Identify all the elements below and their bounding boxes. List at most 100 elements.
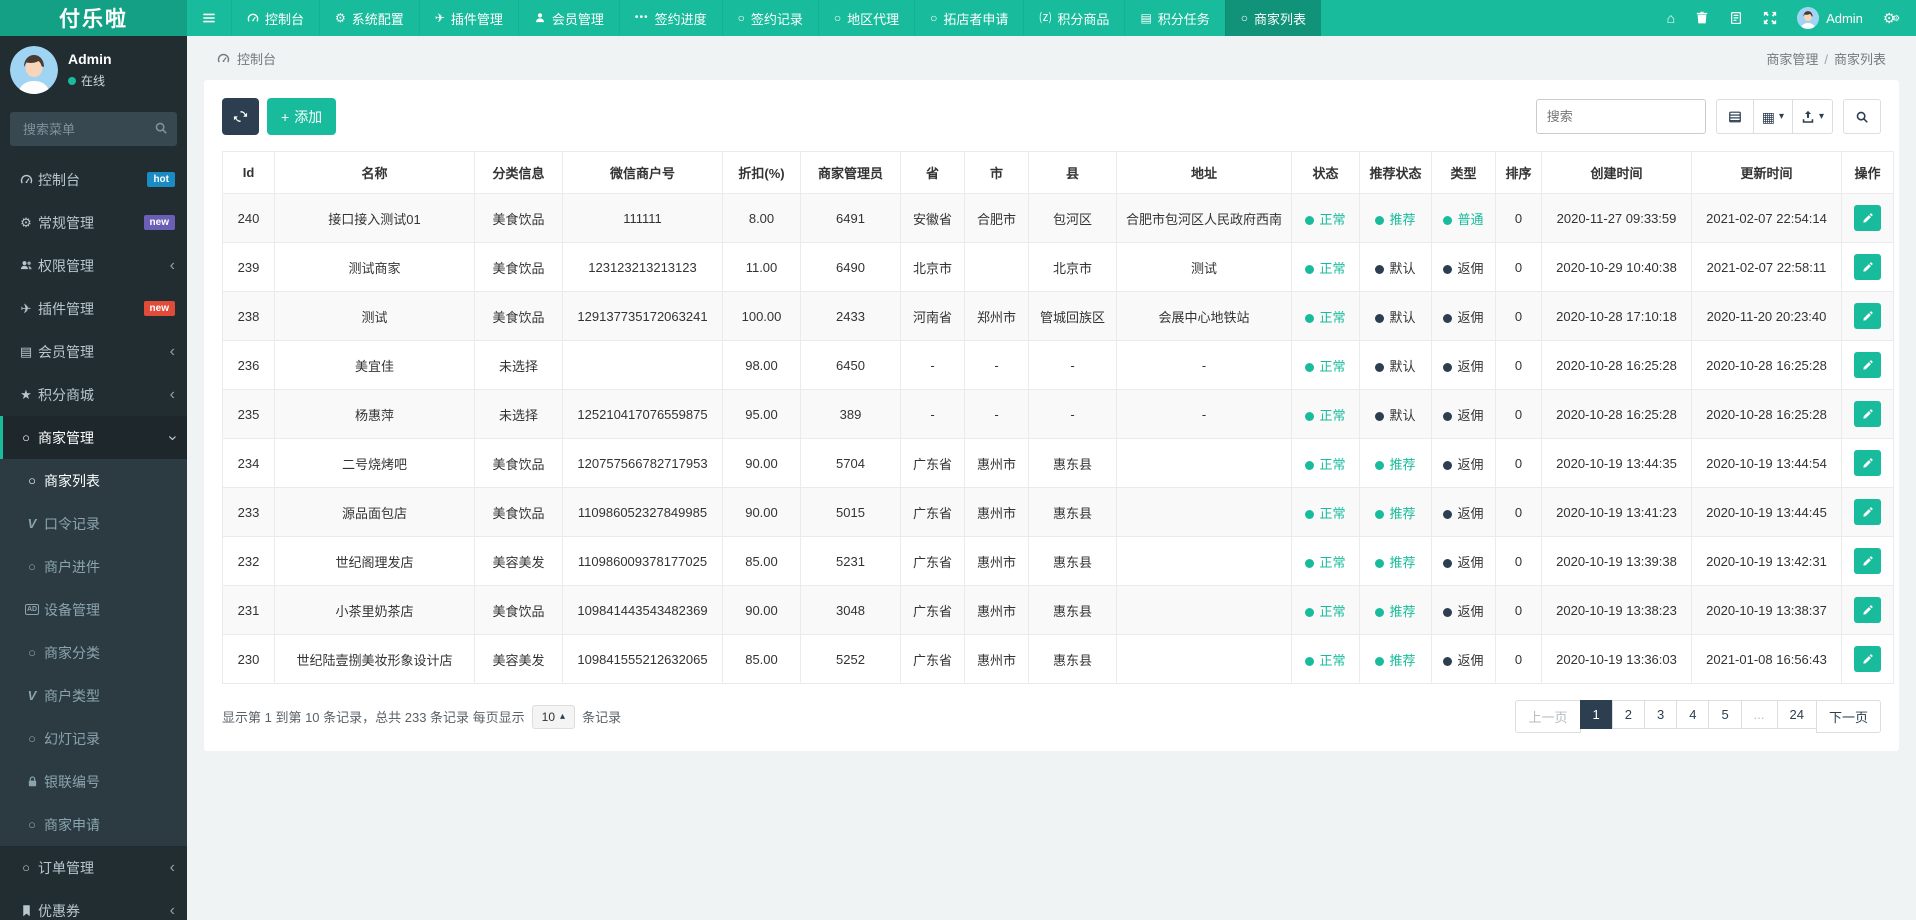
cell-value: 0 bbox=[1514, 259, 1523, 275]
page-link-3[interactable]: 3 bbox=[1643, 700, 1678, 729]
navbar-item-插件管理[interactable]: ✈ 插件管理 bbox=[418, 0, 518, 36]
table-toolbar: +添加 ▦▾ ▾ bbox=[222, 98, 1881, 135]
table-search-input[interactable] bbox=[1535, 99, 1706, 134]
sidebar-item-插件管理[interactable]: ✈ 插件管理 new bbox=[0, 287, 187, 330]
edit-button[interactable] bbox=[1854, 646, 1881, 672]
page-link-1[interactable]: 1 bbox=[1579, 700, 1613, 729]
sidebar-item-商户进件[interactable]: ○ 商户进件 bbox=[0, 545, 187, 588]
sidebar-item-设备管理[interactable]: AD 设备管理 bbox=[0, 588, 187, 631]
edit-button[interactable] bbox=[1854, 254, 1881, 280]
page-link-上一页[interactable]: 上一页 bbox=[1515, 700, 1581, 733]
page-link-24[interactable]: 24 bbox=[1776, 700, 1817, 729]
search-icon[interactable] bbox=[154, 121, 168, 135]
sidebar-item-商家管理[interactable]: ○ 商家管理 ‹ bbox=[0, 416, 187, 459]
search-toggle-button[interactable] bbox=[1843, 99, 1881, 134]
navbar-item-签约记录[interactable]: ○ 签约记录 bbox=[721, 0, 818, 36]
cell-value: 包河区 bbox=[1052, 211, 1092, 227]
badge-new: new bbox=[143, 215, 175, 230]
cell-value: 惠东县 bbox=[1052, 505, 1092, 521]
navbar-item-系统配置[interactable]: ⚙ 系统配置 bbox=[319, 0, 419, 36]
edit-button[interactable] bbox=[1854, 401, 1881, 427]
sidebar-item-常规管理[interactable]: ⚙ 常规管理 new bbox=[0, 201, 187, 244]
page-link-5[interactable]: 5 bbox=[1708, 700, 1742, 729]
page-link-下一页[interactable]: 下一页 bbox=[1815, 700, 1881, 733]
log-icon[interactable] bbox=[1729, 11, 1743, 25]
sidebar-item-label: 常规管理 bbox=[38, 214, 94, 231]
pencil-icon bbox=[1862, 212, 1874, 224]
edit-button[interactable] bbox=[1854, 352, 1881, 378]
status-badge: 默认 bbox=[1375, 310, 1416, 325]
sidebar-item-会员管理[interactable]: ▤ 会员管理 ‹ bbox=[0, 330, 187, 373]
toggle-view-button[interactable] bbox=[1715, 99, 1754, 134]
circle-icon: ○ bbox=[1240, 11, 1249, 25]
cell-value: 接口接入测试01 bbox=[328, 211, 421, 227]
status-badge: 默认 bbox=[1375, 261, 1416, 276]
sidebar-toggle-button[interactable] bbox=[187, 0, 231, 36]
status-badge: 正常 bbox=[1305, 359, 1346, 374]
sidebar-item-商家分类[interactable]: ○ 商家分类 bbox=[0, 631, 187, 674]
sidebar-item-权限管理[interactable]: 权限管理 ‹ bbox=[0, 244, 187, 287]
cell-value: 测试 bbox=[1190, 260, 1217, 276]
refresh-icon bbox=[233, 109, 248, 124]
table-row: 234 二号烧烤吧 美食饮品 120757566782717953 90.00 5704 广… bbox=[222, 438, 1894, 488]
sidebar-search-input[interactable] bbox=[10, 112, 177, 146]
cell-value: 惠州市 bbox=[976, 554, 1016, 570]
brand-logo[interactable]: 付乐啦 bbox=[0, 0, 187, 36]
column-header-manager: 商家管理员 bbox=[800, 151, 901, 194]
settings-gears-icon[interactable]: ⚙ ⚙ bbox=[1883, 11, 1900, 25]
cell-value: 惠东县 bbox=[1052, 603, 1092, 619]
sidebar-item-优惠券[interactable]: 优惠券 ‹ bbox=[0, 889, 187, 920]
page-link-...[interactable]: ... bbox=[1740, 700, 1778, 729]
export-button[interactable]: ▾ bbox=[1791, 99, 1833, 134]
sidebar-item-银联编号[interactable]: 银联编号 bbox=[0, 760, 187, 803]
cell-value: 5704 bbox=[836, 455, 865, 471]
page-size-dropdown[interactable]: 10 ▴ bbox=[531, 704, 576, 729]
edit-button[interactable] bbox=[1854, 548, 1881, 574]
sidebar-item-幻灯记录[interactable]: ○ 幻灯记录 bbox=[0, 717, 187, 760]
status-badge: 推荐 bbox=[1375, 457, 1416, 472]
sidebar-item-订单管理[interactable]: ○ 订单管理 ‹ bbox=[0, 846, 187, 889]
column-header-province: 省 bbox=[900, 151, 965, 194]
plus-icon: + bbox=[281, 108, 290, 125]
caret-down-icon: ▾ bbox=[1778, 111, 1784, 122]
refresh-button[interactable] bbox=[222, 98, 259, 135]
breadcrumb-current[interactable]: 商家列表 bbox=[1834, 52, 1886, 67]
edit-button[interactable] bbox=[1854, 450, 1881, 476]
columns-button[interactable]: ▦ ▾ bbox=[1752, 99, 1793, 134]
breadcrumb-parent-link[interactable]: 商家管理 bbox=[1766, 52, 1818, 67]
navbar-item-拓店者申请[interactable]: ○ 拓店者申请 bbox=[914, 0, 1023, 36]
gear-icon: ⚙ bbox=[20, 215, 32, 230]
add-button[interactable]: + 添加 bbox=[267, 98, 337, 135]
navbar-item-商家列表[interactable]: ○ 商家列表 bbox=[1224, 0, 1322, 36]
sidebar-item-label: 优惠券 bbox=[38, 902, 80, 919]
sidebar-item-口令记录[interactable]: V 口令记录 bbox=[0, 502, 187, 545]
navbar-item-积分商品[interactable]: ⒵ 积分商品 bbox=[1023, 0, 1124, 36]
sidebar-item-积分商城[interactable]: ★ 积分商城 ‹ bbox=[0, 373, 187, 416]
edit-button[interactable] bbox=[1854, 597, 1881, 623]
card-view-icon bbox=[1728, 110, 1742, 124]
page-link-2[interactable]: 2 bbox=[1611, 700, 1645, 729]
navbar-item-会员管理[interactable]: 会员管理 bbox=[517, 0, 619, 36]
status-badge: 正常 bbox=[1305, 261, 1346, 276]
edit-button[interactable] bbox=[1854, 303, 1881, 329]
navbar-item-签约进度[interactable]: ••• 签约进度 bbox=[618, 0, 722, 36]
avatar[interactable] bbox=[10, 46, 58, 94]
navbar-item-地区代理[interactable]: ○ 地区代理 bbox=[817, 0, 914, 36]
sidebar-item-商家申请[interactable]: ○ 商家申请 bbox=[0, 803, 187, 846]
user-menu[interactable]: Admin bbox=[1797, 7, 1863, 29]
edit-button[interactable] bbox=[1854, 205, 1881, 231]
sidebar-item-商家列表[interactable]: ○ 商家列表 bbox=[0, 459, 187, 502]
edit-button[interactable] bbox=[1854, 499, 1881, 525]
column-header-id: Id bbox=[222, 151, 275, 194]
home-icon[interactable]: ⌂ bbox=[1667, 11, 1675, 25]
online-dot bbox=[68, 76, 76, 85]
fullscreen-icon[interactable] bbox=[1763, 11, 1777, 25]
navbar-item-积分任务[interactable]: ▤ 积分任务 bbox=[1124, 0, 1224, 36]
navbar-item-控制台[interactable]: 控制台 bbox=[231, 0, 319, 36]
export-icon bbox=[1801, 110, 1815, 124]
sidebar-item-商户类型[interactable]: V 商户类型 bbox=[0, 674, 187, 717]
page-link-4[interactable]: 4 bbox=[1676, 700, 1710, 729]
top-navbar: 付乐啦 控制台 ⚙ 系统配置 ✈ 插件管理 会员管理 ••• 签约进度 ○ 签约记录 ○… bbox=[0, 0, 1916, 36]
trash-icon[interactable] bbox=[1695, 11, 1709, 25]
sidebar-item-控制台[interactable]: 控制台 hot bbox=[0, 158, 187, 201]
